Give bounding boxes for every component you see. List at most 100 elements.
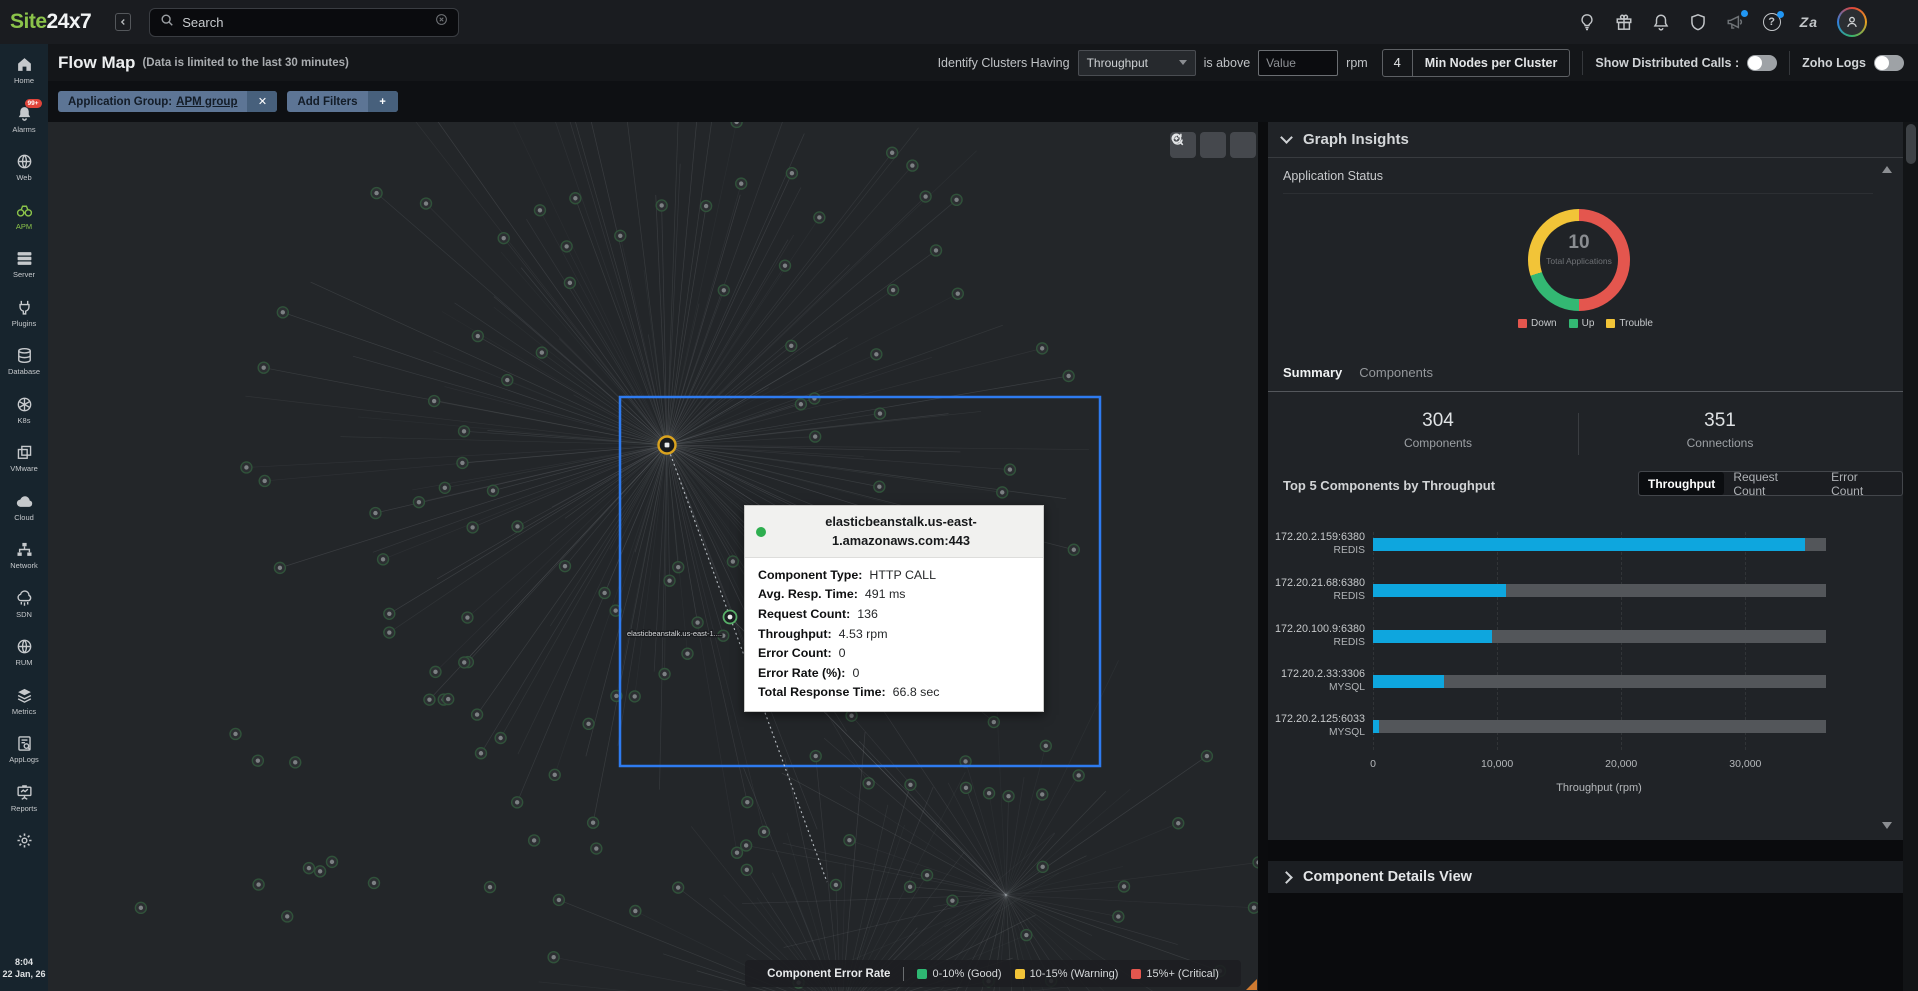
- scroll-down-icon[interactable]: [1882, 822, 1892, 829]
- component-node[interactable]: [692, 617, 703, 628]
- megaphone-icon[interactable]: [1726, 13, 1744, 31]
- component-node[interactable]: [920, 191, 931, 202]
- component-node[interactable]: [326, 856, 337, 867]
- component-node[interactable]: [548, 952, 559, 963]
- component-node[interactable]: [424, 694, 435, 705]
- global-search[interactable]: [149, 8, 459, 37]
- component-node[interactable]: [135, 902, 146, 913]
- cluster-metric-select[interactable]: Throughput: [1078, 50, 1196, 76]
- sidebar-item-web[interactable]: Web: [0, 152, 48, 201]
- component-node[interactable]: [315, 866, 326, 877]
- component-node[interactable]: [844, 835, 855, 846]
- sidebar-item-reports[interactable]: Reports: [0, 783, 48, 832]
- component-node[interactable]: [1073, 770, 1084, 781]
- component-node[interactable]: [241, 462, 252, 473]
- component-node[interactable]: [741, 840, 752, 851]
- component-node[interactable]: [786, 168, 797, 179]
- component-node[interactable]: [253, 879, 264, 890]
- component-node[interactable]: [718, 285, 729, 296]
- component-node[interactable]: [421, 198, 432, 209]
- component-node[interactable]: [588, 817, 599, 828]
- search-input[interactable]: [182, 15, 427, 30]
- component-node[interactable]: [553, 894, 564, 905]
- bell-icon[interactable]: [1652, 13, 1670, 31]
- component-node[interactable]: [536, 347, 547, 358]
- component-node[interactable]: [371, 188, 382, 199]
- component-node[interactable]: [534, 205, 545, 216]
- sidebar-item-sdn[interactable]: SDN: [0, 589, 48, 638]
- component-node[interactable]: [615, 230, 626, 241]
- component-node[interactable]: [701, 201, 712, 212]
- component-node[interactable]: [664, 575, 675, 586]
- component-node[interactable]: [564, 277, 575, 288]
- component-node[interactable]: [931, 245, 942, 256]
- component-node[interactable]: [498, 233, 509, 244]
- component-node[interactable]: [673, 562, 684, 573]
- component-node[interactable]: [429, 396, 440, 407]
- component-node[interactable]: [459, 426, 470, 437]
- min-nodes-value[interactable]: 4: [1383, 50, 1413, 76]
- component-node[interactable]: [731, 847, 742, 858]
- component-node[interactable]: [439, 482, 450, 493]
- bar-row[interactable]: 172.20.21.68:6380REDIS: [1268, 576, 1903, 606]
- component-node[interactable]: [472, 331, 483, 342]
- component-node[interactable]: [549, 769, 560, 780]
- scroll-up-icon[interactable]: [1882, 166, 1892, 173]
- component-node[interactable]: [282, 911, 293, 922]
- component-node[interactable]: [947, 895, 958, 906]
- tab-summary[interactable]: Summary: [1283, 365, 1342, 380]
- component-node[interactable]: [370, 508, 381, 519]
- component-node[interactable]: [290, 757, 301, 768]
- sidebar-item-k8s[interactable]: K8s: [0, 395, 48, 444]
- component-node[interactable]: [413, 497, 424, 508]
- component-node[interactable]: [303, 863, 314, 874]
- component-node[interactable]: [905, 779, 916, 790]
- component-node[interactable]: [258, 362, 269, 373]
- apps-grid-icon[interactable]: [1886, 14, 1902, 30]
- window-scrollbar[interactable]: [1903, 122, 1918, 991]
- sidebar-item-settings[interactable]: [0, 831, 48, 880]
- add-filters-chip[interactable]: Add Filters +: [287, 91, 397, 112]
- component-node[interactable]: [529, 835, 540, 846]
- component-node[interactable]: [274, 562, 285, 573]
- zoom-in-button[interactable]: [1200, 132, 1226, 158]
- avatar[interactable]: [1837, 7, 1867, 37]
- component-node[interactable]: [814, 212, 825, 223]
- remove-filter-icon[interactable]: ✕: [247, 91, 277, 112]
- component-node[interactable]: [378, 554, 389, 565]
- component-node[interactable]: [673, 882, 684, 893]
- component-node[interactable]: [659, 669, 670, 680]
- component-node[interactable]: [259, 475, 270, 486]
- component-node[interactable]: [599, 587, 610, 598]
- component-node[interactable]: [512, 521, 523, 532]
- component-node[interactable]: [1068, 544, 1079, 555]
- component-node[interactable]: [495, 732, 506, 743]
- help-icon[interactable]: ?: [1763, 13, 1781, 31]
- component-node[interactable]: [786, 340, 797, 351]
- component-node[interactable]: [810, 751, 821, 762]
- component-node[interactable]: [1248, 902, 1258, 913]
- application-group-chip[interactable]: Application Group: APM group ✕: [58, 91, 277, 112]
- component-node[interactable]: [1003, 791, 1014, 802]
- sidebar-item-vmware[interactable]: VMware: [0, 443, 48, 492]
- selected-node[interactable]: [724, 611, 737, 624]
- component-node[interactable]: [736, 178, 747, 189]
- component-node[interactable]: [457, 457, 468, 468]
- component-details-header[interactable]: Component Details View: [1268, 861, 1903, 893]
- component-node[interactable]: [1113, 911, 1124, 922]
- bar-row[interactable]: 172.20.2.159:6380REDIS: [1268, 530, 1903, 560]
- component-node[interactable]: [907, 160, 918, 171]
- min-nodes-group[interactable]: 4 Min Nodes per Cluster: [1382, 49, 1571, 77]
- component-node[interactable]: [561, 241, 572, 252]
- component-node[interactable]: [960, 782, 971, 793]
- component-node[interactable]: [741, 864, 752, 875]
- plus-icon[interactable]: +: [368, 91, 398, 112]
- component-node[interactable]: [795, 399, 806, 410]
- component-node[interactable]: [656, 200, 667, 211]
- component-node[interactable]: [1119, 881, 1130, 892]
- component-node[interactable]: [591, 843, 602, 854]
- zia-icon[interactable]: Za: [1800, 14, 1818, 30]
- component-node[interactable]: [951, 194, 962, 205]
- zoho-logs-toggle[interactable]: [1874, 55, 1904, 71]
- component-node[interactable]: [462, 612, 473, 623]
